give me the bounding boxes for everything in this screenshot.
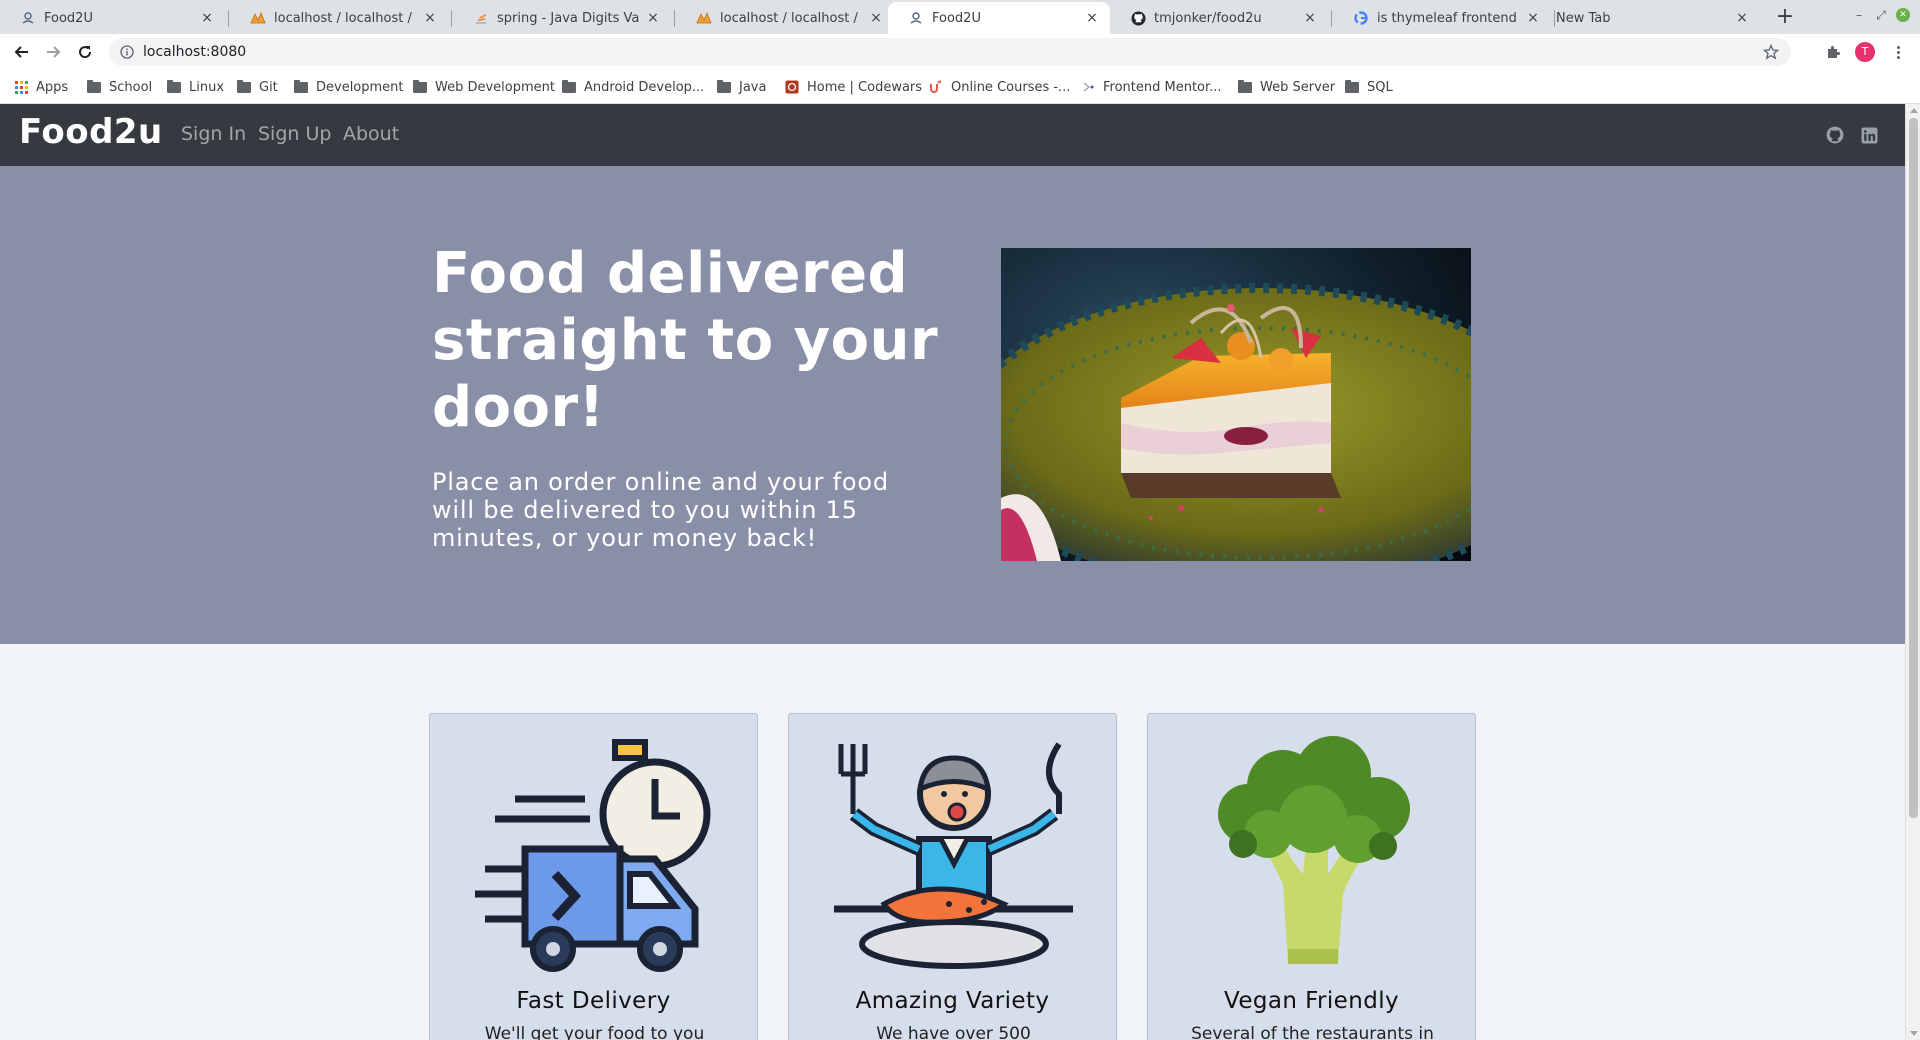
google-favicon-icon: [1353, 10, 1369, 26]
apps-grid-icon: [13, 79, 29, 95]
back-button[interactable]: [10, 40, 34, 64]
forward-button[interactable]: [41, 40, 65, 64]
bookmark-udemy[interactable]: Online Courses -...: [928, 76, 1070, 98]
extensions-puzzle-icon[interactable]: [1823, 42, 1843, 62]
scrollbar-thumb[interactable]: [1909, 118, 1918, 818]
bookmark-folder-development[interactable]: Development: [293, 76, 404, 98]
github-favicon-icon: [1130, 10, 1146, 26]
bookmark-star-icon[interactable]: [1761, 42, 1781, 62]
feature-text: We'll get your food to you: [484, 1024, 705, 1040]
feature-title: Fast Delivery: [516, 988, 671, 1014]
page-viewport: Food2u Sign In Sign Up About Food delive…: [0, 104, 1905, 1040]
udemy-icon: [928, 79, 944, 95]
bookmark-folder-web-server[interactable]: Web Server: [1237, 76, 1335, 98]
folder-icon: [293, 79, 309, 95]
browser-tab[interactable]: is thymeleaf frontend or backend ×: [1333, 2, 1551, 34]
frontend-mentor-icon: [1080, 79, 1096, 95]
browser-tab[interactable]: Food2U ×: [0, 2, 225, 34]
hero-lead-text: Place an order online and your food will…: [432, 468, 889, 552]
bookmark-folder-git[interactable]: Git: [236, 76, 278, 98]
linkedin-icon[interactable]: [1858, 124, 1880, 146]
tab-close-button[interactable]: ×: [1084, 10, 1100, 26]
folder-icon: [1344, 79, 1360, 95]
feature-card-amazing-variety: Amazing Variety We have over 500: [788, 713, 1117, 1040]
browser-tab[interactable]: spring - Java Digits Validation ×: [453, 2, 671, 34]
bookmark-frontend-mentor[interactable]: Frontend Mentor...: [1080, 76, 1222, 98]
bookmark-folder-java[interactable]: Java: [716, 76, 766, 98]
restore-window-icon[interactable]: ⤢: [1874, 8, 1888, 22]
bookmark-folder-school[interactable]: School: [86, 76, 152, 98]
hero-title: Food delivered straight to your door!: [432, 241, 939, 440]
back-arrow-icon: [14, 46, 28, 58]
phpmyadmin-favicon-icon: [250, 10, 266, 26]
phpmyadmin-favicon-icon: [696, 10, 712, 26]
folder-icon: [716, 79, 732, 95]
feature-card-fast-delivery: Fast Delivery We'll get your food to you: [429, 713, 758, 1040]
codewars-icon: [784, 79, 800, 95]
delivery-truck-icon: [470, 734, 719, 974]
diner-icon: [829, 734, 1078, 974]
food2u-favicon-icon: [908, 10, 924, 26]
bookmark-folder-web-development[interactable]: Web Development: [412, 76, 555, 98]
browser-tab[interactable]: tmjonker/food2u ×: [1110, 2, 1328, 34]
browser-tab-active[interactable]: Food2U ×: [888, 2, 1110, 34]
new-tab-button[interactable]: +: [1773, 6, 1797, 30]
brand-logo[interactable]: Food2u: [19, 112, 163, 152]
address-bar[interactable]: localhost:8080: [109, 38, 1791, 66]
tab-close-button[interactable]: ×: [645, 10, 661, 26]
folder-icon: [166, 79, 182, 95]
tab-close-button[interactable]: ×: [199, 10, 215, 26]
reload-button[interactable]: [73, 40, 97, 64]
bookmark-codewars[interactable]: Home | Codewars: [784, 76, 922, 98]
folder-icon: [561, 79, 577, 95]
url-text[interactable]: localhost:8080: [143, 44, 1761, 60]
feature-text: We have over 500: [876, 1024, 1031, 1040]
site-info-icon[interactable]: [119, 44, 135, 60]
site-navbar: Food2u Sign In Sign Up About: [0, 104, 1905, 166]
bookmark-folder-sql[interactable]: SQL: [1344, 76, 1393, 98]
page-scrollbar[interactable]: [1905, 104, 1920, 1040]
feature-title: Amazing Variety: [855, 988, 1050, 1014]
browser-tab[interactable]: localhost / localhost / food2u ×: [676, 2, 894, 34]
minimize-window-icon[interactable]: –: [1852, 8, 1866, 22]
profile-avatar[interactable]: T: [1855, 42, 1875, 62]
hero-food-image: [1001, 248, 1471, 561]
feature-text: Several of the restaurants in: [1191, 1024, 1434, 1040]
browser-tab[interactable]: localhost / localhost / food2u ×: [230, 2, 448, 34]
forward-arrow-icon: [47, 46, 61, 58]
hero-section: Food delivered straight to your door! Pl…: [0, 166, 1905, 644]
browser-tab-strip: Food2U × localhost / localhost / food2u …: [0, 0, 1920, 34]
browser-tab[interactable]: New Tab ×: [1536, 2, 1760, 34]
folder-icon: [86, 79, 102, 95]
bookmark-folder-linux[interactable]: Linux: [166, 76, 224, 98]
bookmark-apps[interactable]: Apps: [13, 76, 68, 98]
food2u-favicon-icon: [20, 10, 36, 26]
nav-sign-in-link[interactable]: Sign In: [181, 123, 246, 145]
tab-close-button[interactable]: ×: [422, 10, 438, 26]
tab-close-button[interactable]: ×: [1734, 10, 1750, 26]
folder-icon: [412, 79, 428, 95]
tab-close-button[interactable]: ×: [1302, 10, 1318, 26]
scroll-down-arrow-icon[interactable]: [1910, 1031, 1918, 1036]
bookmark-folder-android[interactable]: Android Develop...: [561, 76, 704, 98]
tab-close-button[interactable]: ×: [868, 10, 884, 26]
feature-card-vegan-friendly: Vegan Friendly Several of the restaurant…: [1147, 713, 1476, 1040]
nav-about-link[interactable]: About: [343, 123, 399, 145]
reload-icon: [79, 46, 92, 59]
broccoli-icon: [1188, 734, 1437, 974]
bookmarks-bar: Apps School Linux Git Development Web De…: [0, 70, 1920, 104]
nav-sign-up-link[interactable]: Sign Up: [258, 123, 331, 145]
folder-icon: [1237, 79, 1253, 95]
browser-toolbar: localhost:8080 T: [0, 34, 1920, 70]
stackoverflow-favicon-icon: [473, 10, 489, 26]
feature-title: Vegan Friendly: [1223, 988, 1399, 1014]
folder-icon: [236, 79, 252, 95]
scroll-up-arrow-icon[interactable]: [1910, 108, 1918, 113]
github-icon[interactable]: [1824, 124, 1846, 146]
close-window-icon[interactable]: ✕: [1896, 8, 1910, 22]
browser-menu-icon[interactable]: [1888, 42, 1908, 62]
